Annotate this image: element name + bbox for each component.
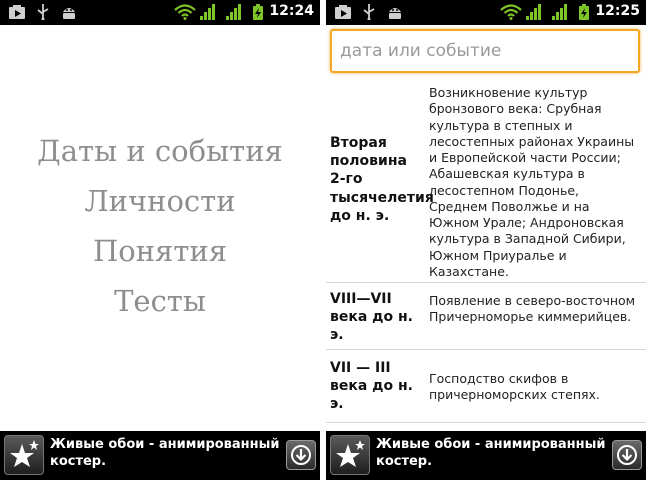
- media-icon: [9, 5, 25, 19]
- usb-icon: [37, 4, 49, 20]
- wifi-icon: [174, 4, 196, 20]
- event-date: VIII—VII века до н. э.: [330, 291, 413, 344]
- list-item[interactable]: VIII—VII века до н. э. Появление в север…: [326, 283, 646, 350]
- ad-banner[interactable]: Живые обои - анимированный костер.: [0, 431, 320, 480]
- status-time: 12:25: [595, 3, 640, 19]
- star-icon: [10, 440, 39, 467]
- menu-item-personalities[interactable]: Личности: [0, 176, 320, 226]
- status-bar: 12:24: [0, 0, 320, 25]
- signal-icon: [200, 4, 215, 20]
- main-menu: Даты и события Личности Понятия Тесты: [0, 126, 320, 326]
- download-icon: [617, 445, 637, 465]
- ad-text: Живые обои - анимированный костер.: [376, 437, 606, 469]
- menu-item-tests[interactable]: Тесты: [0, 276, 320, 326]
- event-date: Вторая половина 2-го тысячелетия до н. э…: [330, 135, 434, 224]
- right-screen: 12:25 Вторая половина 2-го тысячелетия д…: [326, 0, 646, 480]
- ad-download-button[interactable]: [612, 440, 642, 470]
- battery-charging-icon: [253, 4, 263, 20]
- download-icon: [291, 445, 311, 465]
- ad-text: Живые обои - анимированный костер.: [50, 437, 280, 469]
- signal-icon: [526, 4, 541, 20]
- usb-icon: [363, 4, 375, 20]
- search-input[interactable]: [332, 31, 638, 71]
- ad-app-icon: [330, 435, 370, 475]
- event-date: VII — III века до н. э.: [330, 360, 413, 413]
- android-debug-icon: [389, 8, 401, 19]
- status-time: 12:24: [269, 3, 314, 19]
- wifi-icon: [500, 4, 522, 20]
- ad-banner[interactable]: Живые обои - анимированный костер.: [326, 431, 646, 480]
- menu-item-concepts[interactable]: Понятия: [0, 226, 320, 276]
- signal-icon: [226, 4, 241, 20]
- event-description: Появление в северо-восточном Причерномор…: [429, 293, 636, 325]
- search-box[interactable]: [330, 29, 640, 73]
- battery-charging-icon: [579, 4, 589, 20]
- left-screen: 12:24 Даты и события Личности Понятия Те…: [0, 0, 320, 480]
- ad-app-icon: [4, 435, 44, 475]
- event-description: Господство скифов в причерноморских степ…: [429, 371, 600, 403]
- event-description: Возникновение культур бронзового века: С…: [429, 85, 635, 279]
- list-item[interactable]: Вторая половина 2-го тысячелетия до н. э…: [326, 80, 646, 283]
- media-icon: [335, 5, 351, 19]
- ad-download-button[interactable]: [286, 440, 316, 470]
- list-item[interactable]: VII — III века до н. э. Господство скифо…: [326, 350, 646, 423]
- events-list: Вторая половина 2-го тысячелетия до н. э…: [326, 80, 646, 423]
- star-icon: [336, 440, 365, 467]
- menu-item-dates-events[interactable]: Даты и события: [0, 126, 320, 176]
- android-debug-icon: [63, 8, 75, 19]
- status-bar: 12:25: [326, 0, 646, 25]
- signal-icon: [552, 4, 567, 20]
